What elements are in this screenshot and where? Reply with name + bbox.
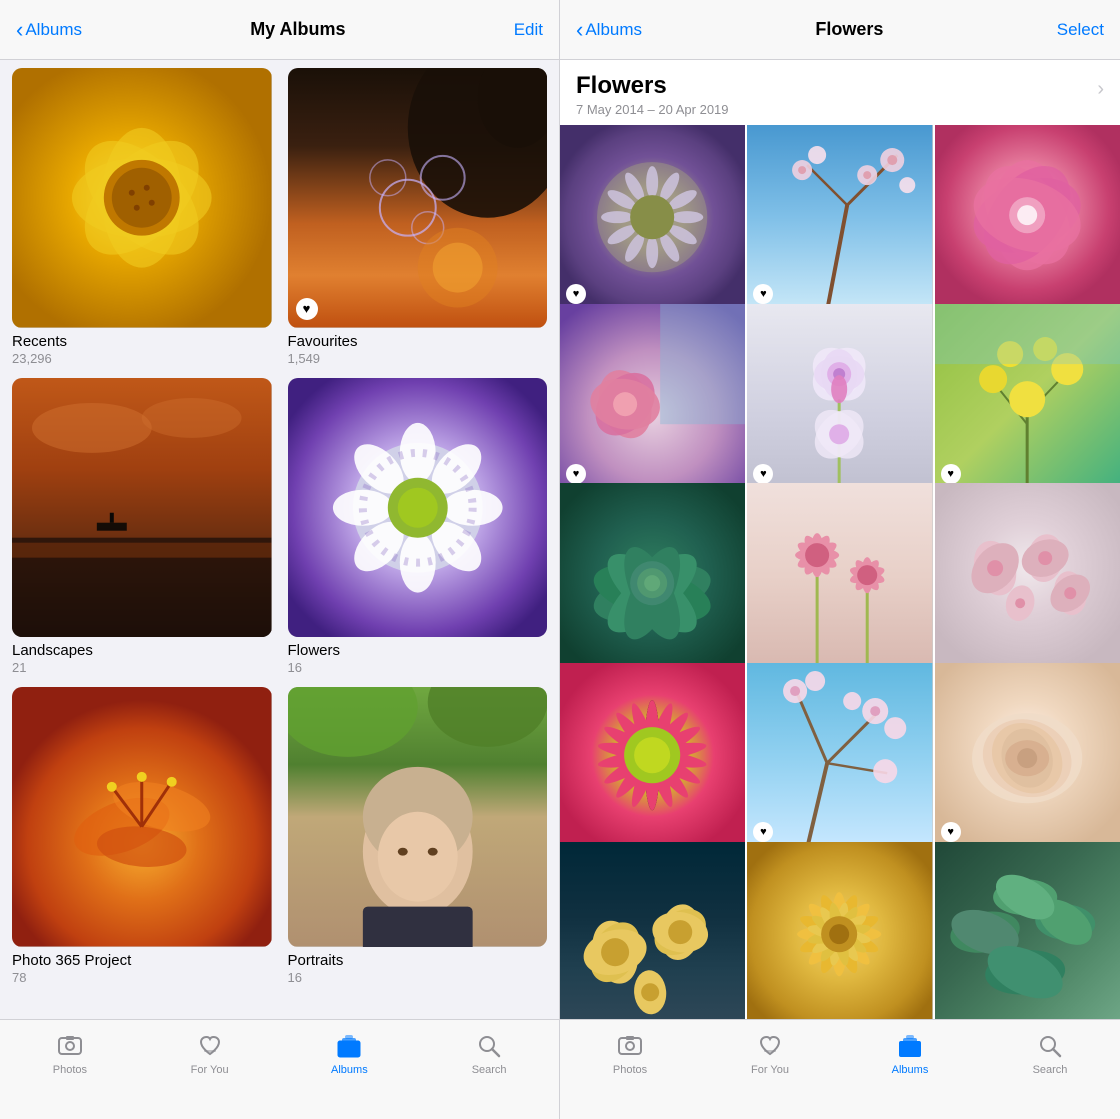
right-tab-albums[interactable]: Albums: [870, 1032, 950, 1076]
left-tab-bar: Photos For You Albums Search: [0, 1019, 559, 1119]
photo-cell-10[interactable]: [560, 663, 745, 848]
photo-heart-5: ♥: [753, 464, 773, 484]
photo-heart-6: ♥: [941, 464, 961, 484]
left-nav-title: My Albums: [250, 19, 345, 40]
album-thumb-photo365: [12, 687, 272, 947]
album-thumb-recents: [12, 68, 272, 328]
right-tab-photos[interactable]: Photos: [590, 1032, 670, 1076]
album-thumb-landscapes: [12, 378, 272, 638]
album-count-flowers: 16: [288, 660, 548, 675]
album-count-photo365: 78: [12, 970, 272, 985]
photo-cell-15[interactable]: [935, 842, 1120, 1019]
photo-cell-6[interactable]: ♥: [935, 304, 1120, 489]
right-tab-search[interactable]: Search: [1010, 1032, 1090, 1076]
album-item-photo365[interactable]: Photo 365 Project 78: [12, 687, 272, 985]
left-tab-albums-label: Albums: [331, 1064, 368, 1076]
right-tab-albums-label: Albums: [892, 1064, 929, 1076]
flowers-header-title: Flowers: [576, 72, 729, 100]
right-tab-for-you[interactable]: For You: [730, 1032, 810, 1076]
album-name-portraits: Portraits: [288, 952, 548, 969]
album-count-landscapes: 21: [12, 660, 272, 675]
right-back-label: Albums: [585, 20, 642, 40]
album-name-photo365: Photo 365 Project: [12, 952, 272, 969]
album-name-flowers: Flowers: [288, 642, 548, 659]
flowers-photo-grid: ♥: [560, 125, 1120, 1019]
album-thumb-flowers: [288, 378, 548, 638]
album-item-favourites[interactable]: ♥ Favourites 1,549: [288, 68, 548, 366]
right-nav-bar: ‹ Albums Flowers Select: [560, 0, 1120, 60]
left-nav-bar: ‹ Albums My Albums Edit: [0, 0, 559, 60]
right-nav-title: Flowers: [815, 19, 883, 40]
flowers-date-range: 7 May 2014 – 20 Apr 2019: [576, 102, 729, 117]
photo-cell-9[interactable]: [935, 483, 1120, 668]
album-thumb-portraits: [288, 687, 548, 947]
album-thumb-favourites: ♥: [288, 68, 548, 328]
photo-cell-3[interactable]: [935, 125, 1120, 310]
photo-cell-8[interactable]: [747, 483, 932, 668]
album-name-recents: Recents: [12, 333, 272, 350]
left-back-label: Albums: [25, 20, 82, 40]
photo-cell-12[interactable]: ♥: [935, 663, 1120, 848]
left-back-button[interactable]: ‹ Albums: [16, 17, 82, 43]
left-tab-albums[interactable]: Albums: [309, 1032, 389, 1076]
photo-cell-2[interactable]: ♥: [747, 125, 932, 310]
right-back-chevron-icon: ‹: [576, 17, 583, 43]
album-item-landscapes[interactable]: Landscapes 21: [12, 378, 272, 676]
left-tab-for-you-label: For You: [191, 1064, 229, 1076]
album-grid: Recents 23,296: [0, 60, 559, 1019]
photo-cell-11[interactable]: ♥: [747, 663, 932, 848]
right-back-button[interactable]: ‹ Albums: [576, 17, 642, 43]
left-tab-photos[interactable]: Photos: [30, 1032, 110, 1076]
left-tab-search-label: Search: [472, 1064, 507, 1076]
right-select-button[interactable]: Select: [1057, 20, 1104, 40]
right-panel: ‹ Albums Flowers Select Flowers 7 May 20…: [560, 0, 1120, 1119]
right-tab-search-label: Search: [1033, 1064, 1068, 1076]
album-count-recents: 23,296: [12, 351, 272, 366]
right-tab-for-you-label: For You: [751, 1064, 789, 1076]
album-name-favourites: Favourites: [288, 333, 548, 350]
left-tab-search[interactable]: Search: [449, 1032, 529, 1076]
photo-cell-4[interactable]: ♥: [560, 304, 745, 489]
album-item-flowers[interactable]: Flowers 16: [288, 378, 548, 676]
photo-cell-13[interactable]: [560, 842, 745, 1019]
photo-cell-1[interactable]: ♥: [560, 125, 745, 310]
album-item-recents[interactable]: Recents 23,296: [12, 68, 272, 366]
right-tab-photos-label: Photos: [613, 1064, 647, 1076]
left-back-chevron-icon: ‹: [16, 17, 23, 43]
album-item-portraits[interactable]: Portraits 16: [288, 687, 548, 985]
album-count-favourites: 1,549: [288, 351, 548, 366]
flowers-detail-chevron-icon[interactable]: ›: [1097, 72, 1104, 101]
favourites-heart-badge: ♥: [296, 298, 318, 320]
left-edit-button[interactable]: Edit: [514, 20, 543, 40]
photo-heart-12: ♥: [941, 822, 961, 842]
photo-cell-7[interactable]: [560, 483, 745, 668]
right-tab-bar: Photos For You Albums Search: [560, 1019, 1120, 1119]
left-tab-for-you[interactable]: For You: [170, 1032, 250, 1076]
photo-cell-14[interactable]: [747, 842, 932, 1019]
flowers-header: Flowers 7 May 2014 – 20 Apr 2019 ›: [560, 60, 1120, 125]
album-name-landscapes: Landscapes: [12, 642, 272, 659]
left-tab-photos-label: Photos: [53, 1064, 87, 1076]
left-panel: ‹ Albums My Albums Edit: [0, 0, 560, 1119]
album-count-portraits: 16: [288, 970, 548, 985]
photo-heart-4: ♥: [566, 464, 586, 484]
photo-cell-5[interactable]: ♥: [747, 304, 932, 489]
